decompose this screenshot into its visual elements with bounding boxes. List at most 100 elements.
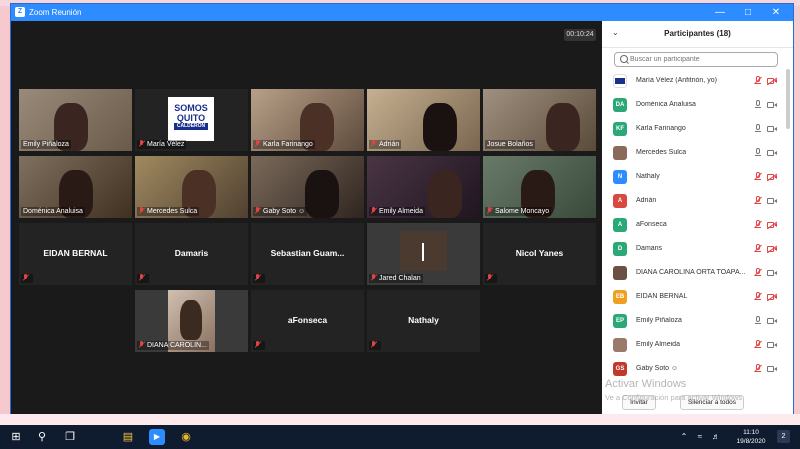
avatar-logo xyxy=(615,78,625,84)
participant-tile[interactable]: EIDAN BERNAL xyxy=(19,223,132,285)
participant-tile[interactable]: Jared Chalan xyxy=(367,223,480,285)
mic-muted-icon[interactable] xyxy=(754,340,762,350)
participant-tile[interactable]: Salome Moncayo xyxy=(483,156,596,218)
participant-row[interactable]: María Vélez (Anfitrión, yo) xyxy=(602,71,782,93)
participant-tile[interactable]: Adrián xyxy=(367,89,480,151)
mic-base xyxy=(755,323,761,324)
tile-label: Josue Bolaños xyxy=(485,140,535,149)
close-button[interactable]: ✕ xyxy=(763,4,789,21)
mic-muted-icon[interactable] xyxy=(754,76,762,86)
mic-capsule xyxy=(756,148,760,154)
mic-muted-icon[interactable] xyxy=(754,172,762,182)
notification-center-icon[interactable]: 2 xyxy=(777,430,790,443)
avatar-initials: D xyxy=(617,246,623,252)
participant-search[interactable] xyxy=(614,52,778,67)
mic-muted-icon xyxy=(255,207,261,214)
logo-text: SOMOS QUITO xyxy=(168,103,214,123)
participant-row[interactable]: DIANA CAROLINA ORTA TOAPA... xyxy=(602,263,782,285)
camera-body xyxy=(767,150,774,156)
video-off-icon[interactable] xyxy=(767,221,778,229)
mic-muted-icon[interactable] xyxy=(754,292,762,302)
video-off-icon[interactable] xyxy=(767,293,778,301)
mic-muted-icon[interactable] xyxy=(754,364,762,374)
avatar xyxy=(613,146,627,160)
video-icon[interactable] xyxy=(767,341,778,349)
avatar xyxy=(613,266,627,280)
video-icon[interactable] xyxy=(767,365,778,373)
camera-lens xyxy=(774,367,777,371)
window-title: Zoom Reunión xyxy=(29,8,82,17)
participant-row[interactable]: Emily Almeida xyxy=(602,335,782,357)
participant-row[interactable]: KF Karla Farinango xyxy=(602,119,782,141)
mic-muted-icon[interactable] xyxy=(754,196,762,206)
participant-row[interactable]: EB EIDAN BERNAL xyxy=(602,287,782,309)
video-off-icon[interactable] xyxy=(767,77,778,85)
camera-body xyxy=(767,198,774,204)
video-icon[interactable] xyxy=(767,197,778,205)
participant-row[interactable]: Mercedes Sulca xyxy=(602,143,782,165)
search-input[interactable] xyxy=(630,54,770,65)
system-tray-chevron-icon[interactable]: ⌃ xyxy=(676,429,692,445)
participant-tile[interactable]: Nicol Yanes xyxy=(483,223,596,285)
participant-tile[interactable]: Mercedes Sulca xyxy=(135,156,248,218)
chrome-icon[interactable]: ◉ xyxy=(178,429,194,445)
person-silhouette xyxy=(180,300,202,340)
tile-name: Emily Almeida xyxy=(379,208,423,215)
windows-start-icon[interactable]: ⊞ xyxy=(8,429,24,445)
minimize-button[interactable]: — xyxy=(707,4,733,21)
zoom-taskbar-icon[interactable]: ▶ xyxy=(149,429,165,445)
clock-time: 11:10 xyxy=(743,429,759,436)
participant-tile[interactable]: aFonseca xyxy=(251,290,364,352)
participant-row[interactable]: D Damaris xyxy=(602,239,782,261)
participant-tile[interactable]: SOMOS QUITO CALDERÓN María Vélez xyxy=(135,89,248,151)
video-off-icon[interactable] xyxy=(767,173,778,181)
maximize-button[interactable]: □ xyxy=(735,4,761,21)
participant-row[interactable]: AaFonseca xyxy=(602,215,782,237)
participant-tile[interactable]: DIANA CAROLIN... xyxy=(135,290,248,352)
participant-tile[interactable]: Josue Bolaños xyxy=(483,89,596,151)
volume-icon[interactable]: ♬ xyxy=(708,429,724,445)
participant-tile[interactable]: Gaby Soto ☺ xyxy=(251,156,364,218)
participant-tile[interactable]: Doménica Analuisa xyxy=(19,156,132,218)
mic-icon[interactable] xyxy=(754,124,762,134)
avatar: A xyxy=(613,218,627,232)
logo-line: SOMOS xyxy=(174,103,208,113)
video-off-icon[interactable] xyxy=(767,245,778,253)
activation-watermark-subtitle: Ve a Configuración para activar Windows xyxy=(605,393,743,402)
mic-muted-icon[interactable] xyxy=(754,268,762,278)
system-clock[interactable]: 11:10 19/8/2020 xyxy=(733,428,769,446)
mic-muted-icon[interactable] xyxy=(754,244,762,254)
wifi-icon[interactable]: ≈ xyxy=(692,429,708,445)
search-taskbar-icon[interactable]: ⚲ xyxy=(34,429,50,445)
file-explorer-icon[interactable]: ▤ xyxy=(120,429,136,445)
avatar-initials: EB xyxy=(615,294,625,300)
tile-label xyxy=(137,274,149,283)
video-icon[interactable] xyxy=(767,101,778,109)
participant-row[interactable]: A Adrián xyxy=(602,191,782,213)
participant-row[interactable]: DA Doménica Analuisa xyxy=(602,95,782,117)
video-icon[interactable] xyxy=(767,269,778,277)
video-icon[interactable] xyxy=(767,149,778,157)
zoom-window: Z Zoom Reunión — □ ✕ 00:10:24 Emily Piña… xyxy=(10,3,794,414)
mic-muted-icon[interactable] xyxy=(754,220,762,230)
task-view-icon[interactable]: ❐ xyxy=(62,429,78,445)
participant-tile[interactable]: Sebastian Guam... xyxy=(251,223,364,285)
participant-tile[interactable]: Karla Farinango xyxy=(251,89,364,151)
video-icon[interactable] xyxy=(767,317,778,325)
participant-tile[interactable]: Nathaly xyxy=(367,290,480,352)
mic-icon[interactable] xyxy=(754,100,762,110)
participant-tile[interactable]: Emily Piñaloza xyxy=(19,89,132,151)
camera-body xyxy=(767,318,774,324)
participant-tile[interactable]: Emily Almeida xyxy=(367,156,480,218)
search-icon xyxy=(620,55,628,63)
mic-capsule xyxy=(756,76,760,82)
mic-icon[interactable] xyxy=(754,316,762,326)
video-icon[interactable] xyxy=(767,125,778,133)
participant-tile[interactable]: Damaris xyxy=(135,223,248,285)
mic-base xyxy=(755,299,761,300)
scrollbar[interactable] xyxy=(786,69,790,129)
mic-icon[interactable] xyxy=(754,148,762,158)
mic-base xyxy=(755,227,761,228)
participant-row[interactable]: N Nathaly xyxy=(602,167,782,189)
participant-row[interactable]: EP Emily Piñaloza xyxy=(602,311,782,333)
